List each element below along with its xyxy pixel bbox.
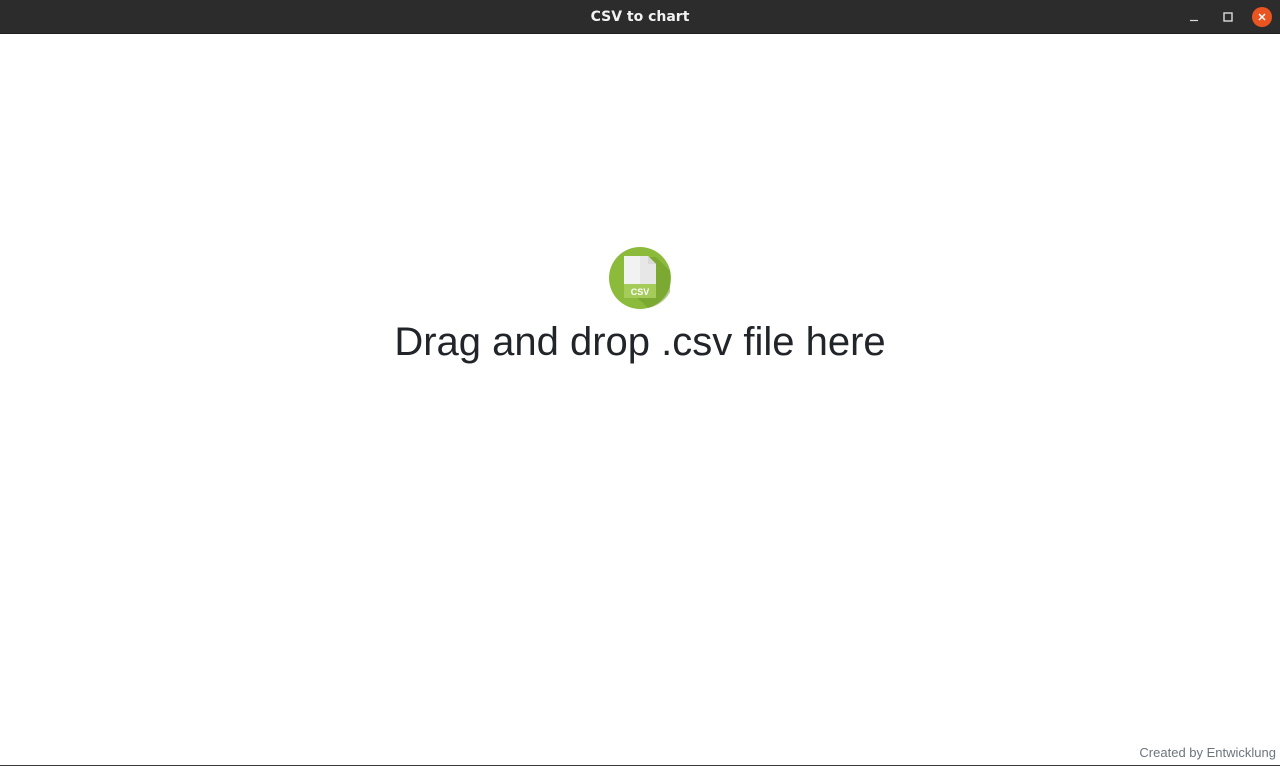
maximize-icon <box>1223 12 1233 22</box>
minimize-icon <box>1190 19 1198 22</box>
close-circle <box>1252 7 1272 27</box>
close-button[interactable] <box>1251 6 1273 28</box>
window-title: CSV to chart <box>590 9 690 25</box>
csv-file-icon: CSV <box>609 247 671 309</box>
minimize-button[interactable] <box>1183 6 1205 28</box>
maximize-button[interactable] <box>1217 6 1239 28</box>
app-window: CSV to chart CSV Drag and drop .csv file… <box>0 0 1280 766</box>
footer-credit: Created by Entwicklung <box>1139 745 1276 760</box>
csv-icon-label: CSV <box>631 287 650 297</box>
drop-instruction: Drag and drop .csv file here <box>394 320 886 364</box>
close-icon <box>1258 13 1266 21</box>
title-bar[interactable]: CSV to chart <box>0 0 1280 34</box>
drop-area[interactable]: CSV Drag and drop .csv file here Created… <box>0 34 1280 765</box>
dropzone[interactable]: CSV Drag and drop .csv file here <box>0 246 1280 366</box>
